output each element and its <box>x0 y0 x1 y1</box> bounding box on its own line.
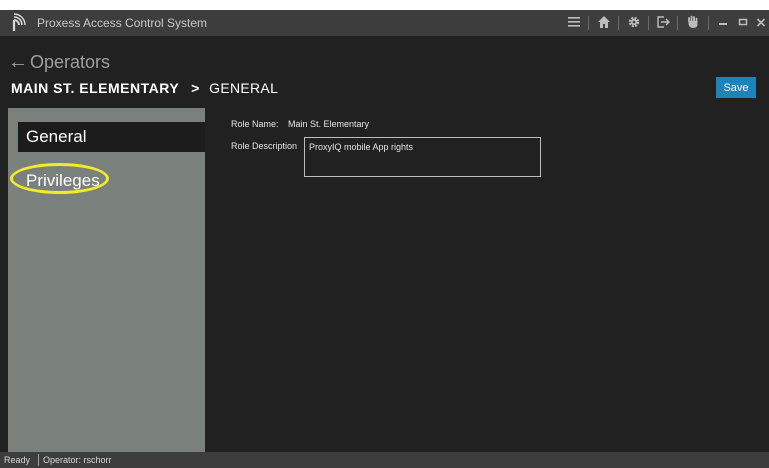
toolbar-divider <box>588 16 589 30</box>
toolbar-divider <box>618 16 619 30</box>
breadcrumb-current: GENERAL <box>209 80 279 96</box>
minimize-icon[interactable] <box>714 14 732 32</box>
status-divider <box>38 454 39 466</box>
toolbar-divider <box>648 16 649 30</box>
section-nav-panel: General Privileges <box>8 108 205 452</box>
home-icon[interactable] <box>595 14 613 32</box>
breadcrumb-parent: MAIN ST. ELEMENTARY <box>11 80 180 96</box>
title-bar[interactable]: Proxess Access Control System <box>0 10 769 36</box>
app-window: Proxess Access Control System ← Operator… <box>0 10 769 468</box>
back-arrow-icon: ← <box>8 50 28 73</box>
toolbar-divider <box>677 16 678 30</box>
nav-item-label: General <box>26 127 87 146</box>
breadcrumb-separator: > <box>191 80 200 96</box>
logout-icon[interactable] <box>654 14 672 32</box>
save-button[interactable]: Save <box>716 77 756 98</box>
role-description-label: Role Description <box>231 141 298 151</box>
back-link-label: Operators <box>30 51 111 72</box>
window-title: Proxess Access Control System <box>37 16 208 30</box>
app-logo-icon <box>9 13 29 33</box>
nav-item-label: Privileges <box>26 171 100 190</box>
nav-item-general[interactable]: General <box>18 122 205 152</box>
role-description-field[interactable]: ProxyIQ mobile App rights <box>304 137 541 177</box>
toolbar-divider <box>708 16 709 30</box>
nav-item-privileges[interactable]: Privileges <box>18 166 205 196</box>
status-text: Ready <box>4 455 31 465</box>
menu-icon[interactable] <box>565 14 583 32</box>
hand-icon[interactable] <box>684 14 702 32</box>
role-name-value: Main St. Elementary <box>288 119 370 129</box>
operator-text: Operator: rschorr <box>43 455 112 465</box>
close-icon[interactable] <box>752 14 769 32</box>
breadcrumb: MAIN ST. ELEMENTARY > GENERAL <box>11 80 278 96</box>
role-name-label: Role Name: <box>231 119 279 129</box>
gear-icon[interactable] <box>625 14 643 32</box>
maximize-icon[interactable] <box>734 14 752 32</box>
status-bar: Ready Operator: rschorr <box>0 452 769 468</box>
back-to-operators-link[interactable]: ← Operators <box>8 50 110 74</box>
